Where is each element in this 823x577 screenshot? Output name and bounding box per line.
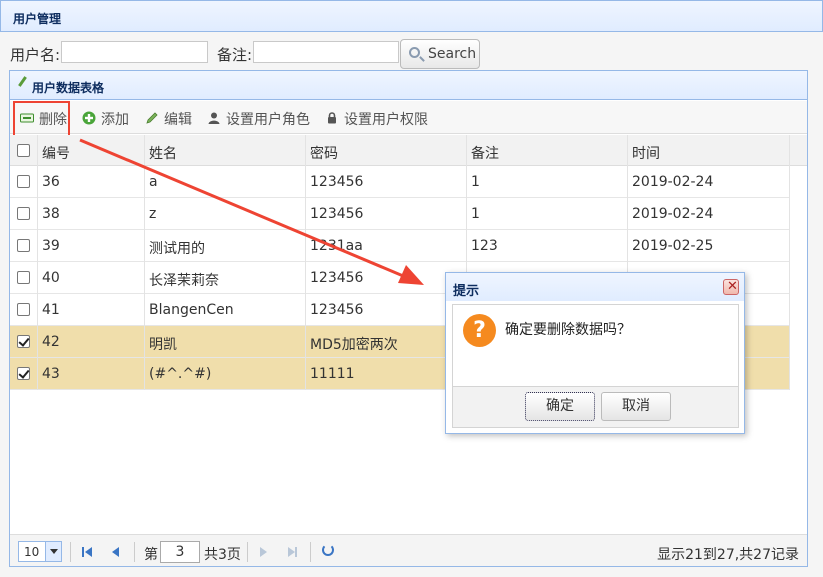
close-icon: ✕ (727, 279, 738, 294)
dialog-footer: 确定 取消 (452, 387, 739, 428)
question-icon: ? (463, 314, 496, 347)
cancel-button[interactable]: 取消 (601, 392, 671, 421)
dialog-close-button[interactable]: ✕ (723, 279, 739, 295)
dialog-message: 确定要删除数据吗？ (505, 322, 631, 338)
confirm-dialog: 提示 ✕ ? 确定要删除数据吗？ 确定 取消 (445, 272, 745, 434)
confirm-button[interactable]: 确定 (525, 392, 595, 421)
dialog-header: 提示 ✕ (446, 273, 744, 301)
dialog-body: ? 确定要删除数据吗？ (452, 304, 739, 387)
dialog-title: 提示 (453, 284, 480, 299)
